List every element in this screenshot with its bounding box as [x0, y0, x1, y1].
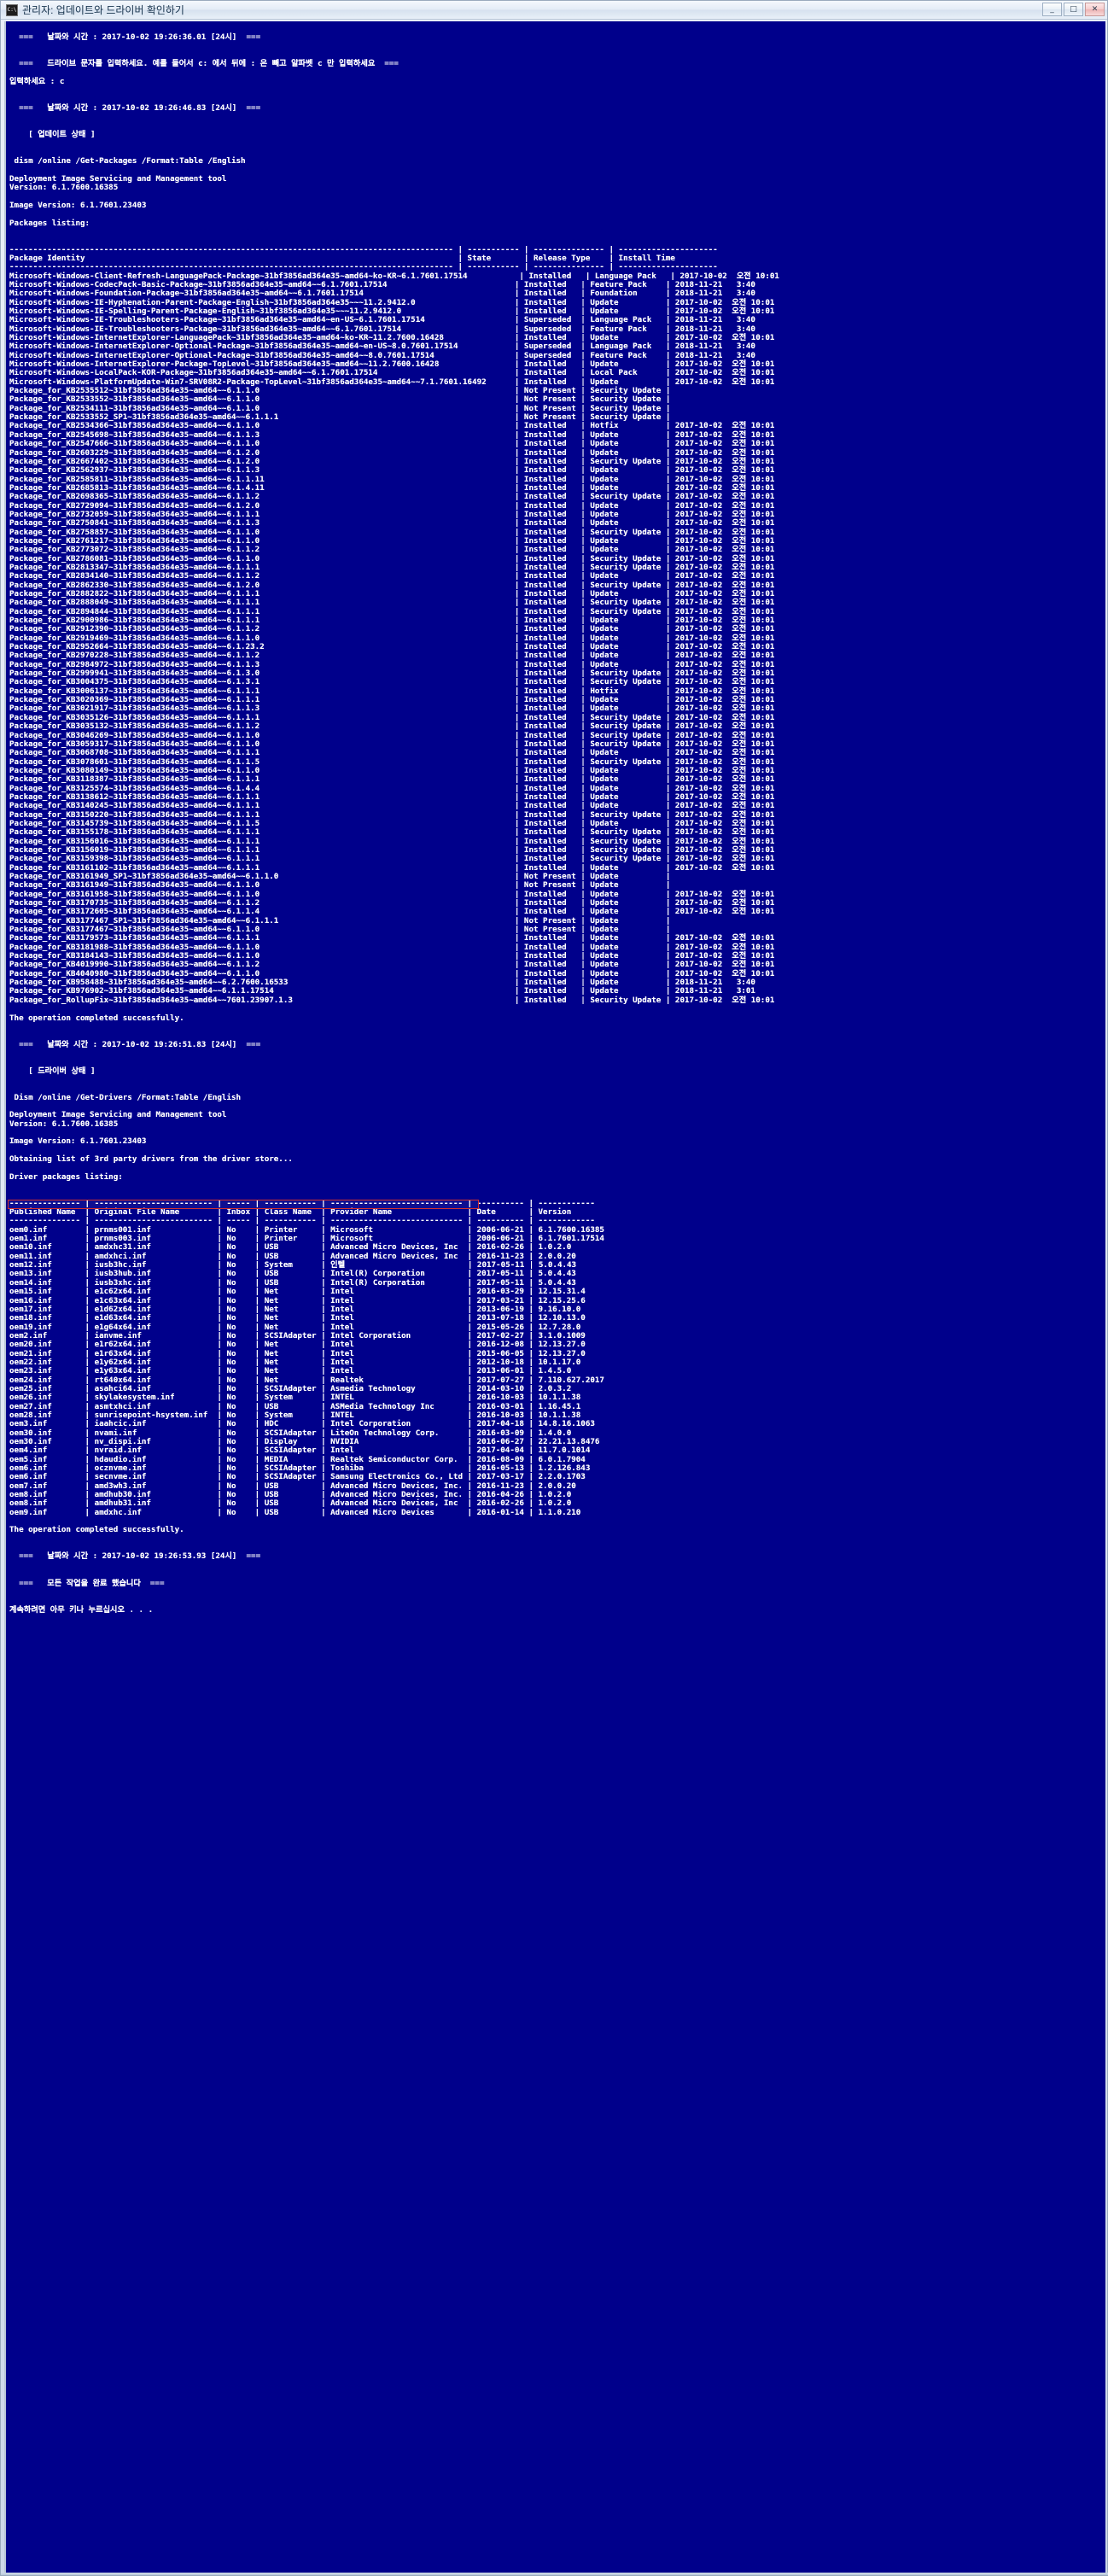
console-text: === 날짜와 시간 : 2017-10-02 19:26:36.01 [24시… [9, 32, 779, 1615]
close-button[interactable]: ✕ [1085, 3, 1105, 16]
console-surface[interactable]: === 날짜와 시간 : 2017-10-02 19:26:36.01 [24시… [6, 21, 1100, 2574]
console-viewport[interactable]: === 날짜와 시간 : 2017-10-02 19:26:36.01 [24시… [4, 21, 1105, 2574]
window-title: 관리자: 업데이트와 드라이버 확인하기 [22, 4, 184, 16]
maximize-button[interactable]: □ [1064, 3, 1083, 16]
title-bar[interactable]: C:\ 관리자: 업데이트와 드라이버 확인하기 _ □ ✕ [1, 1, 1107, 20]
console-icon: C:\ [6, 3, 18, 16]
minimize-button[interactable]: _ [1042, 3, 1062, 16]
window-bottom-edge [1, 2573, 1108, 2575]
window-controls: _ □ ✕ [1042, 3, 1105, 16]
console-window: C:\ 관리자: 업데이트와 드라이버 확인하기 _ □ ✕ === 날짜와 시… [0, 0, 1108, 2576]
